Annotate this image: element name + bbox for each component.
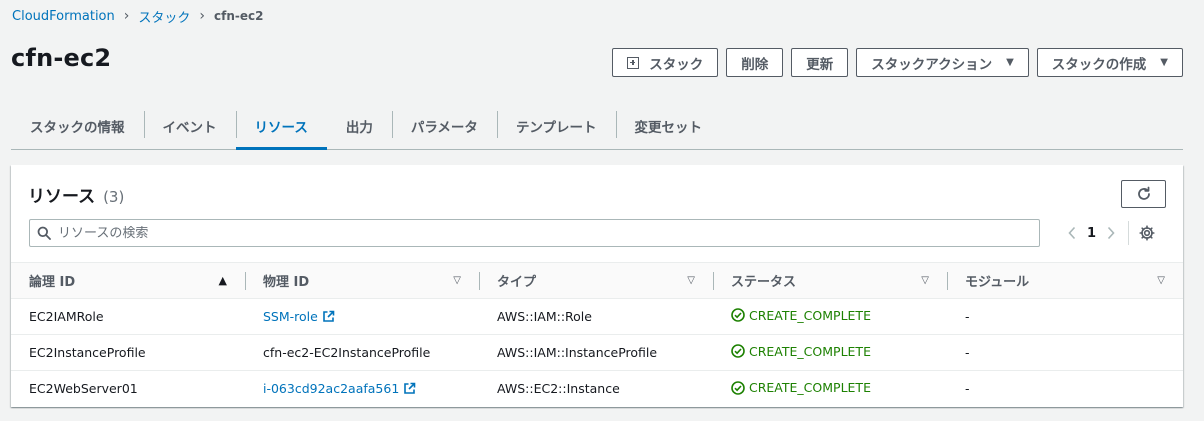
tab-parameters[interactable]: パラメータ (391, 103, 497, 149)
table-row: EC2IAMRole SSM-role AWS::IAM::Role CREAT… (11, 299, 1183, 335)
tab-resources[interactable]: リソース (235, 103, 328, 150)
module-cell: - (965, 309, 970, 324)
column-label: タイプ (497, 275, 537, 290)
success-check-icon (731, 380, 745, 395)
caret-down-icon: ▼ (1160, 57, 1168, 68)
table-row: EC2InstanceProfile cfn-ec2-EC2InstancePr… (11, 335, 1183, 371)
column-label: ステータス (731, 275, 797, 290)
resources-title: リソース (3) (28, 182, 124, 207)
next-page-button[interactable] (1099, 226, 1123, 240)
tab-stack-info[interactable]: スタックの情報 (11, 103, 144, 149)
tab-outputs[interactable]: 出力 (327, 103, 392, 149)
table-header-row: 論理 ID ▲ 物理 ID ▽ タイプ ▽ ステータス ▽ モジュール ▽ (11, 262, 1183, 299)
search-input[interactable] (58, 225, 1010, 241)
resources-title-text: リソース (28, 187, 96, 207)
breadcrumb-cloudformation[interactable]: CloudFormation (12, 9, 115, 24)
column-label: 物理 ID (263, 275, 310, 290)
refresh-button[interactable] (1121, 180, 1166, 208)
create-stack-dropdown[interactable]: スタックの作成 ▼ (1036, 48, 1183, 77)
column-header-module[interactable]: モジュール ▽ (947, 263, 1183, 299)
stack-actions-label: スタックアクション (871, 56, 993, 73)
preferences-button[interactable] (1137, 223, 1157, 243)
pagination: 1 (1060, 221, 1157, 245)
tab-events[interactable]: イベント (143, 103, 236, 149)
page-title: cfn-ec2 (11, 44, 112, 72)
chevron-right-icon (1107, 226, 1115, 240)
tab-bar: スタックの情報 イベント リソース 出力 パラメータ テンプレート 変更セット (11, 103, 1183, 150)
update-button-label: 更新 (806, 56, 834, 73)
stack-actions-dropdown[interactable]: スタックアクション ▼ (856, 48, 1029, 77)
column-header-logical-id[interactable]: 論理 ID ▲ (11, 263, 245, 299)
status-cell: CREATE_COMPLETE (713, 299, 947, 335)
status-badge: CREATE_COMPLETE (731, 308, 871, 323)
chevron-right-icon: › (123, 8, 130, 24)
physical-id-link[interactable]: SSM-role (263, 309, 318, 324)
current-page-number[interactable]: 1 (1084, 226, 1099, 241)
module-cell: - (965, 381, 970, 397)
status-badge: CREATE_COMPLETE (731, 344, 871, 359)
physical-id-cell: cfn-ec2-EC2InstanceProfile (263, 345, 431, 360)
type-cell: AWS::IAM::Role (497, 309, 592, 324)
type-cell: AWS::IAM::InstanceProfile (497, 345, 658, 360)
external-link-icon (323, 310, 335, 322)
module-cell: - (965, 345, 970, 360)
update-button[interactable]: 更新 (791, 48, 849, 77)
pagination-divider (1128, 221, 1129, 245)
breadcrumb-stacks[interactable]: スタック (138, 7, 190, 26)
stack-button-label: スタック (649, 56, 704, 73)
stack-button[interactable]: スタック (612, 48, 719, 77)
logical-id-cell: EC2IAMRole (29, 309, 104, 324)
breadcrumb-current: cfn-ec2 (213, 9, 264, 23)
caret-down-icon: ▼ (1006, 57, 1014, 68)
status-text: CREATE_COMPLETE (749, 307, 871, 323)
logical-id-cell: EC2WebServer01 (29, 381, 138, 397)
header-actions: スタック 削除 更新 スタックアクション ▼ スタックの作成 ▼ (612, 48, 1183, 77)
status-text: CREATE_COMPLETE (749, 343, 871, 359)
search-field (29, 219, 1040, 247)
resources-panel: リソース (3) 1 (11, 165, 1183, 407)
resources-table: 論理 ID ▲ 物理 ID ▽ タイプ ▽ ステータス ▽ モジュール ▽ EC2IAMR… (11, 262, 1183, 407)
success-check-icon (731, 308, 745, 323)
type-cell: AWS::EC2::Instance (497, 381, 620, 397)
column-header-physical-id[interactable]: 物理 ID ▽ (245, 263, 479, 299)
logical-id-cell: EC2InstanceProfile (29, 345, 146, 360)
previous-page-button[interactable] (1060, 226, 1084, 240)
status-cell: CREATE_COMPLETE (713, 371, 947, 407)
status-badge: CREATE_COMPLETE (731, 380, 871, 395)
physical-id-cell: i-063cd92ac2aafa561 (245, 371, 479, 407)
chevron-right-icon: › (199, 8, 205, 24)
column-header-status[interactable]: ステータス ▽ (713, 263, 947, 299)
status-cell: CREATE_COMPLETE (713, 335, 947, 371)
sort-icon: ▽ (921, 275, 929, 286)
status-text: CREATE_COMPLETE (749, 380, 871, 395)
physical-id-link[interactable]: i-063cd92ac2aafa561 (263, 381, 399, 396)
create-stack-label: スタックの作成 (1051, 56, 1147, 73)
sort-ascending-icon: ▲ (218, 274, 227, 287)
refresh-icon (1137, 186, 1150, 200)
sort-icon: ▽ (687, 275, 695, 286)
tab-template[interactable]: テンプレート (496, 103, 616, 149)
tab-change-sets[interactable]: 変更セット (615, 103, 722, 149)
sort-icon: ▽ (453, 275, 461, 286)
resources-count: (3) (103, 188, 125, 206)
external-link-icon (404, 382, 416, 395)
gear-icon (1139, 225, 1155, 241)
sort-icon: ▽ (1157, 275, 1165, 286)
add-square-icon (627, 56, 640, 69)
column-label: 論理 ID (29, 275, 76, 290)
physical-id-cell: SSM-role (245, 299, 479, 335)
success-check-icon (731, 344, 745, 359)
table-row: EC2WebServer01 i-063cd92ac2aafa561 AWS::… (11, 371, 1183, 407)
delete-button[interactable]: 削除 (726, 48, 784, 77)
delete-button-label: 削除 (741, 56, 769, 73)
column-label: モジュール (965, 275, 1030, 290)
search-icon (37, 226, 51, 240)
chevron-left-icon (1068, 226, 1076, 240)
column-header-type[interactable]: タイプ ▽ (479, 263, 713, 299)
breadcrumb: CloudFormation › スタック › cfn-ec2 (12, 7, 264, 26)
